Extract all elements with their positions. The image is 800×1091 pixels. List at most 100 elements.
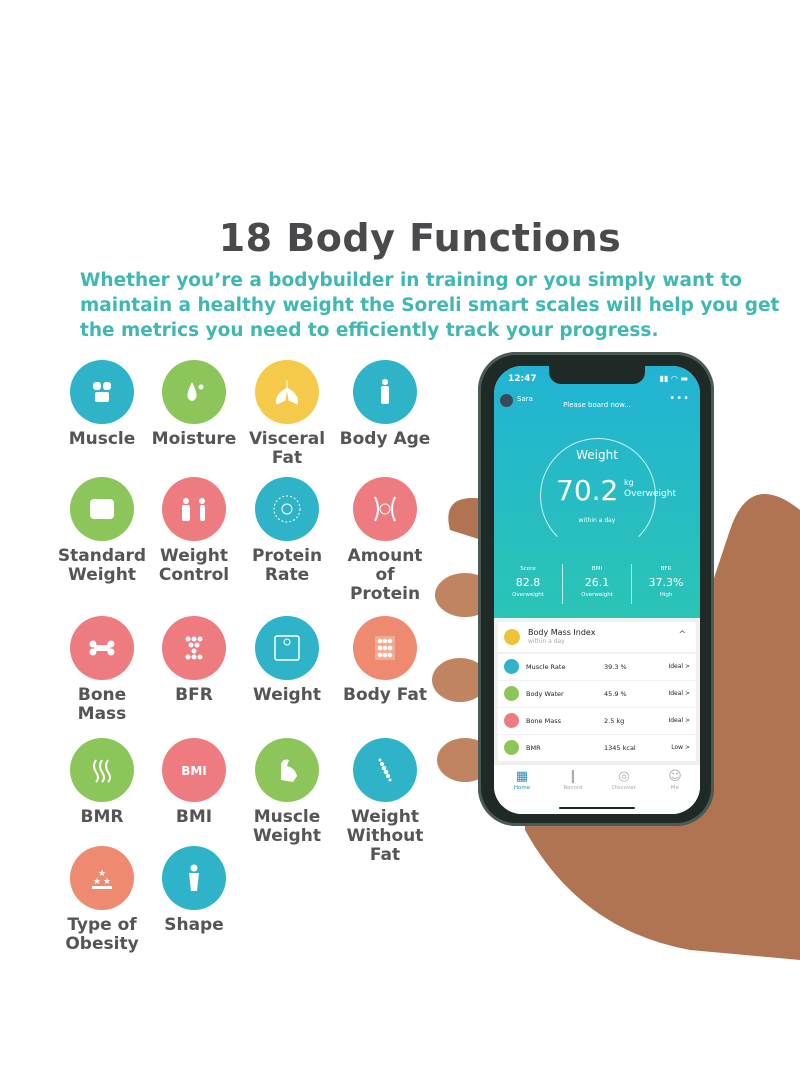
stat-status: Overweight xyxy=(581,592,613,598)
function-item: Moisture xyxy=(147,360,241,449)
scale-feet-icon xyxy=(70,477,134,541)
svg-text:★: ★ xyxy=(103,877,111,887)
metric-icon xyxy=(504,740,519,755)
metric-row[interactable]: BMR 1345 kcal Low > xyxy=(498,735,696,761)
tab-home[interactable]: ▦ Home xyxy=(497,769,547,791)
metric-value: 45.9 % xyxy=(604,690,627,698)
function-item: BMR xyxy=(55,738,149,827)
phone-notch xyxy=(549,366,645,384)
function-label: Weight xyxy=(253,685,321,705)
metric-value: 1345 kcal xyxy=(604,744,636,752)
collapse-icon[interactable]: ^ xyxy=(678,630,686,640)
function-item: Muscle xyxy=(55,360,149,449)
home-indicator xyxy=(559,807,635,809)
stat-bfr: BFR 37.3% High xyxy=(632,566,700,598)
stars-icon: ★ ★ ★ xyxy=(70,846,134,910)
stat-status: Overweight xyxy=(512,592,544,598)
function-item: Weight Control xyxy=(147,477,241,585)
person-icon xyxy=(353,360,417,424)
protein-icon xyxy=(255,477,319,541)
bmi-title: Body Mass Index xyxy=(528,628,596,637)
function-item: Body Age xyxy=(338,360,432,449)
function-label: Type of Obesity xyxy=(65,915,139,954)
heat-waves-icon xyxy=(70,738,134,802)
function-label: Bone Mass xyxy=(77,685,127,724)
status-time: 12:47 xyxy=(508,374,537,384)
function-item: BFR xyxy=(147,616,241,705)
function-label: Body Fat xyxy=(342,685,428,705)
muscle-icon xyxy=(70,360,134,424)
tab-label: Discover xyxy=(612,785,636,791)
tab-record[interactable]: ❙ Record xyxy=(548,769,598,791)
metric-name: Bone Mass xyxy=(526,717,561,725)
metric-icon xyxy=(504,686,519,701)
bmi-card-header[interactable]: Body Mass Index within a day ^ xyxy=(498,622,696,652)
function-item: Weight xyxy=(240,616,334,705)
page-subtitle: Whether you’re a bodybuilder in training… xyxy=(80,270,780,341)
function-item: Amount of Protein xyxy=(338,477,432,604)
function-label: Muscle Weight xyxy=(253,807,321,846)
function-item: Shape xyxy=(147,846,241,935)
weight-status: Overweight xyxy=(624,489,676,499)
weight-sub: within a day xyxy=(578,517,616,524)
flexed-arm-icon xyxy=(255,738,319,802)
stat-value: 26.1 xyxy=(584,576,610,589)
function-label: BMR xyxy=(80,807,124,827)
weight-label: Weight xyxy=(576,448,618,462)
function-label: Visceral Fat xyxy=(248,429,326,468)
tab-discover[interactable]: ◎ Discover xyxy=(599,769,649,791)
metric-row[interactable]: Bone Mass 2.5 kg Ideal > xyxy=(498,708,696,734)
more-icon[interactable]: ••• xyxy=(669,393,690,404)
bone-icon xyxy=(70,616,134,680)
function-item: Standard Weight xyxy=(55,477,149,585)
metric-value: 39.3 % xyxy=(604,663,627,671)
stat-key: Score xyxy=(520,566,536,572)
function-label: BFR xyxy=(175,685,213,705)
function-label: Protein Rate xyxy=(251,546,323,585)
function-item: Visceral Fat xyxy=(240,360,334,468)
scale-icon xyxy=(255,616,319,680)
weight-value: 70.2 xyxy=(556,474,619,507)
stat-status: High xyxy=(659,592,673,598)
signal-wifi-battery-icon: ▮▮ ◠ ▬ xyxy=(659,374,688,383)
function-item: Body Fat xyxy=(338,616,432,705)
body-fat-icon xyxy=(353,616,417,680)
function-label: BMI xyxy=(175,807,213,827)
tab-label: Home xyxy=(513,785,531,791)
metric-icon xyxy=(504,659,519,674)
weight-control-icon xyxy=(162,477,226,541)
function-label: Body Age xyxy=(339,429,431,449)
function-label: Standard Weight xyxy=(57,546,147,585)
stat-bmi: BMI 26.1 Overweight xyxy=(563,566,631,598)
metric-name: Body Water xyxy=(526,690,564,698)
function-item: Protein Rate xyxy=(240,477,334,585)
protein-amount-icon xyxy=(353,477,417,541)
metric-row[interactable]: Body Water 45.9 % Ideal > xyxy=(498,681,696,707)
stat-key: BMI xyxy=(591,566,603,572)
body-shape-icon xyxy=(162,846,226,910)
stat-value: 37.3% xyxy=(648,576,684,589)
metric-status: Ideal > xyxy=(668,717,690,724)
function-label: Moisture xyxy=(151,429,237,449)
page-title: 18 Body Functions xyxy=(218,216,622,260)
bmi-icon: BMI xyxy=(162,738,226,802)
function-item: BMI BMI xyxy=(147,738,241,827)
phone-screen: 12:47 ▮▮ ◠ ▬ Sara Please board now... ••… xyxy=(494,366,700,814)
svg-text:★: ★ xyxy=(93,877,101,887)
lungs-icon xyxy=(255,360,319,424)
stat-score: Score 82.8 Overweight xyxy=(494,566,562,598)
function-item: Muscle Weight xyxy=(240,738,334,846)
metric-name: Muscle Rate xyxy=(526,663,566,671)
metric-name: BMR xyxy=(526,744,541,752)
function-item: Bone Mass xyxy=(55,616,149,724)
me-tab-icon: ☺ xyxy=(668,769,682,784)
bmi-sub: within a day xyxy=(528,638,565,645)
stat-value: 82.8 xyxy=(515,576,541,589)
stat-key: BFR xyxy=(660,566,672,572)
weight-header: 12:47 ▮▮ ◠ ▬ Sara Please board now... ••… xyxy=(494,366,700,618)
bmi-cloud-icon xyxy=(504,629,520,645)
function-item: ★ ★ ★ Type of Obesity xyxy=(55,846,149,954)
tab-me[interactable]: ☺ Me xyxy=(650,769,700,791)
tab-label: Me xyxy=(670,785,680,791)
metric-row[interactable]: Muscle Rate 39.3 % Ideal > xyxy=(498,654,696,680)
